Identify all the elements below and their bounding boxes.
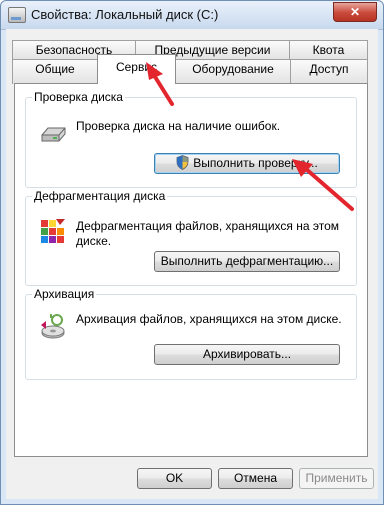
tab-quota[interactable]: Квота bbox=[289, 40, 368, 59]
window-title: Свойства: Локальный диск (C:) bbox=[31, 7, 219, 22]
archive-description: Архивация файлов, хранящихся на этом дис… bbox=[76, 312, 342, 326]
defrag-description: Дефрагментация файлов, хранящихся на это… bbox=[76, 219, 340, 248]
ok-button[interactable]: OK bbox=[137, 468, 212, 489]
properties-window: Свойства: Локальный диск (C:) ✕ Безопасн… bbox=[0, 0, 384, 505]
title-bar[interactable]: Свойства: Локальный диск (C:) ✕ bbox=[1, 1, 383, 30]
tab-service[interactable]: Сервис bbox=[97, 54, 176, 84]
close-button[interactable]: ✕ bbox=[333, 2, 377, 22]
defrag-icon bbox=[41, 219, 65, 243]
tab-general[interactable]: Общие bbox=[12, 59, 98, 84]
tab-sharing[interactable]: Доступ bbox=[290, 59, 368, 84]
disk-check-description: Проверка диска на наличие ошибок. bbox=[76, 119, 281, 133]
apply-button[interactable]: Применить bbox=[299, 468, 374, 489]
run-defrag-button[interactable]: Выполнить дефрагментацию... bbox=[154, 251, 340, 272]
run-check-button-label: Выполнить проверку... bbox=[193, 156, 318, 170]
disk-check-group: Проверка диска Проверка диска на наличие… bbox=[25, 90, 357, 188]
backup-icon bbox=[41, 314, 65, 339]
archive-button[interactable]: Архивировать... bbox=[154, 344, 340, 365]
dialog-body: Безопасность Предыдущие версии Квота Общ… bbox=[6, 29, 378, 499]
run-check-button[interactable]: Выполнить проверку... bbox=[154, 153, 340, 174]
defrag-title: Дефрагментация диска bbox=[32, 189, 168, 203]
archive-title: Архивация bbox=[32, 287, 97, 301]
tab-hardware[interactable]: Оборудование bbox=[175, 59, 291, 84]
service-tab-panel: Проверка диска Проверка диска на наличие… bbox=[14, 83, 368, 457]
defrag-group: Дефрагментация диска Дефрагментация файл… bbox=[25, 189, 357, 286]
cancel-button[interactable]: Отмена bbox=[218, 468, 293, 489]
archive-group: Архивация Архивация файлов, хранящихся н… bbox=[25, 287, 357, 380]
hard-drive-icon bbox=[41, 127, 66, 142]
uac-shield-icon bbox=[176, 155, 189, 170]
drive-icon bbox=[8, 7, 26, 23]
disk-check-title: Проверка диска bbox=[32, 90, 125, 104]
